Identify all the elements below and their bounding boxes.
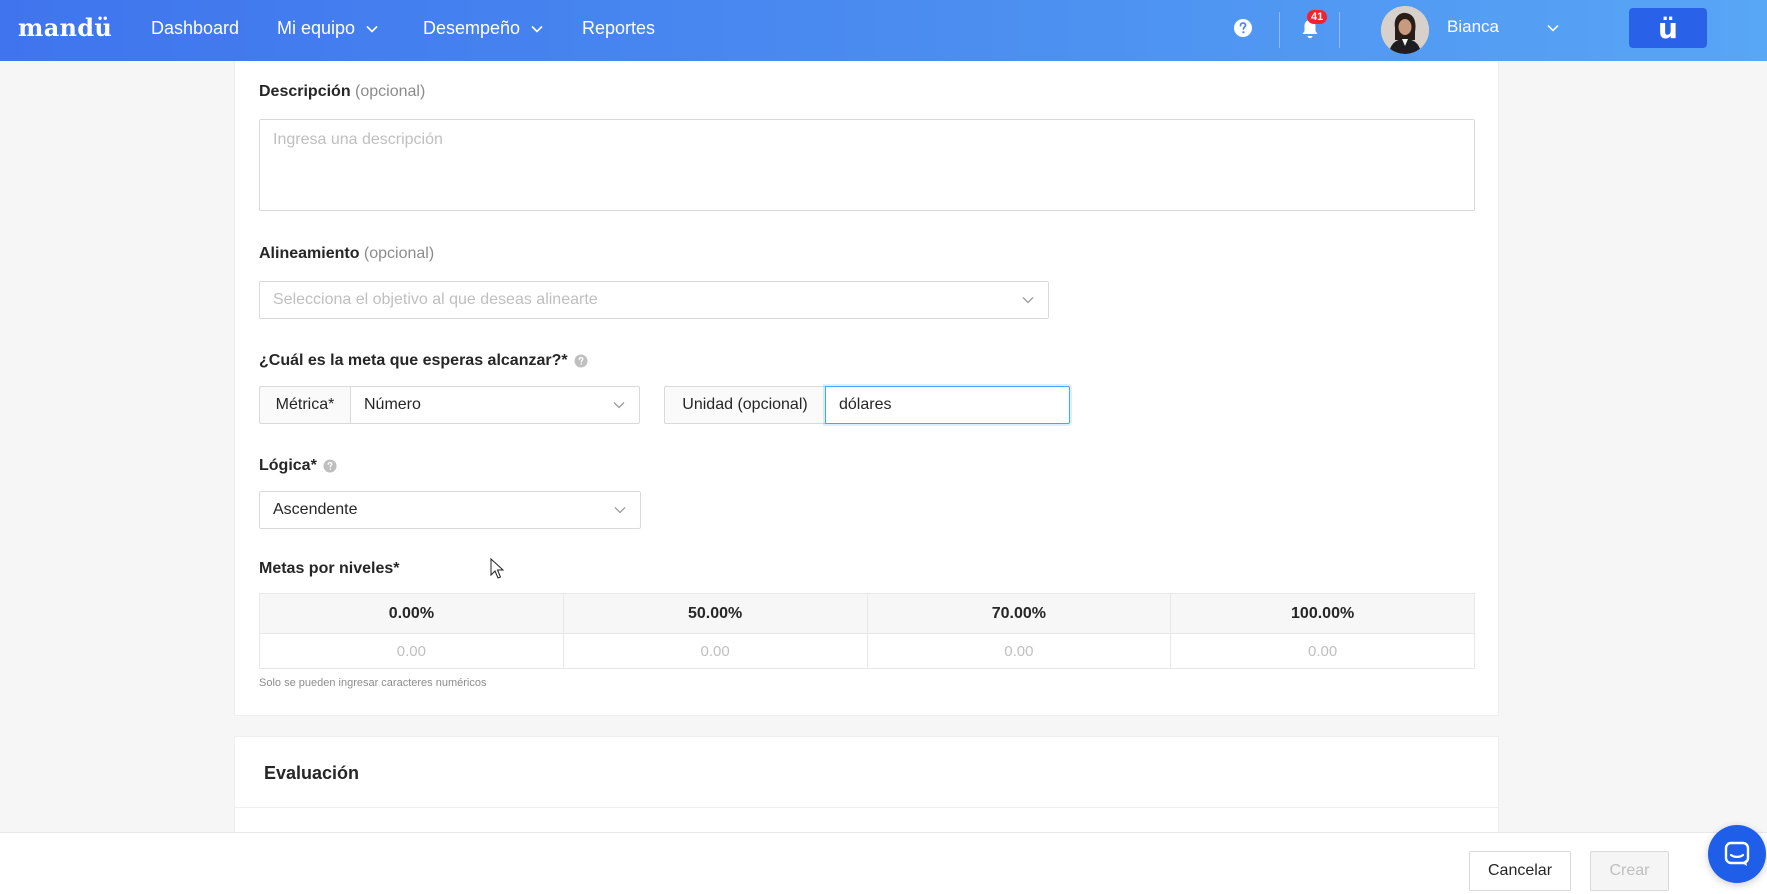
levels-input-row (260, 634, 1474, 669)
create-button[interactable]: Crear (1590, 851, 1669, 891)
levels-input-cell (563, 634, 868, 669)
metric-select[interactable]: Número (350, 386, 640, 424)
nav-mi-equipo-label: Mi equipo (277, 18, 356, 38)
alignment-optional: (opcional) (363, 245, 435, 262)
chevron-down-icon (531, 25, 543, 33)
level-0-input[interactable] (260, 634, 563, 669)
alignment-select-placeholder: Selecciona el objetivo al que deseas ali… (273, 291, 598, 308)
nav-desempeno[interactable]: Desempeño (423, 18, 544, 39)
level-100-input[interactable] (1171, 634, 1474, 669)
goal-label: ¿Cuál es la meta que esperas alcanzar?* (259, 352, 588, 370)
level-70-input[interactable] (867, 634, 1171, 669)
logic-label: Lógica* (259, 457, 337, 475)
goal-label-text: ¿Cuál es la meta que esperas alcanzar?* (259, 352, 568, 369)
levels-header-cell: 0.00% (260, 594, 564, 633)
description-label-text: Descripción (259, 83, 351, 100)
metric-select-value: Número (364, 396, 421, 413)
logic-select-value: Ascendente (273, 501, 358, 518)
chevron-down-icon (366, 25, 378, 33)
alignment-label: Alineamiento (opcional) (259, 245, 434, 263)
form-footer: Cancelar Crear (0, 832, 1767, 894)
cancel-button[interactable]: Cancelar (1469, 851, 1571, 891)
levels-header-cell: 100.00% (1291, 604, 1355, 622)
topbar-divider (1339, 12, 1340, 48)
nav-reportes[interactable]: Reportes (582, 18, 655, 39)
logic-select[interactable]: Ascendente (259, 491, 641, 529)
alignment-select[interactable]: Selecciona el objetivo al que deseas ali… (259, 281, 1049, 319)
chat-icon (1724, 841, 1750, 866)
levels-header-cell: 50.00% (564, 594, 868, 633)
description-textarea[interactable] (259, 119, 1475, 211)
mouse-cursor-icon (490, 558, 504, 579)
description-label: Descripción (opcional) (259, 83, 425, 101)
app-logo[interactable]: mandü (18, 13, 112, 42)
top-navigation-bar: mandü Dashboard Mi equipo Desempeño Repo… (0, 0, 1767, 61)
chevron-down-icon (1022, 297, 1034, 304)
levels-table: 0.00% 50.00% 70.00% 100.00% (259, 593, 1475, 669)
user-name[interactable]: Bianca (1447, 17, 1499, 37)
question-circle-icon[interactable] (574, 354, 588, 368)
logic-label-text: Lógica* (259, 457, 317, 474)
chevron-down-icon (614, 507, 626, 514)
user-avatar[interactable] (1381, 6, 1429, 54)
levels-input-cell (867, 634, 1172, 669)
chevron-down-icon[interactable] (1546, 21, 1560, 35)
nav-dashboard-label: Dashboard (151, 18, 240, 38)
levels-label: Metas por niveles* (259, 560, 400, 578)
levels-header-cell: 70.00% (868, 594, 1172, 633)
chevron-down-icon (613, 402, 625, 409)
description-optional: (opcional) (355, 83, 426, 100)
unit-addon: Unidad (opcional) (664, 386, 826, 424)
unit-input[interactable] (825, 386, 1070, 424)
brand-app-button[interactable]: ü (1629, 8, 1707, 48)
evaluation-divider (235, 807, 1498, 808)
alignment-label-text: Alineamiento (259, 245, 360, 262)
nav-mi-equipo[interactable]: Mi equipo (277, 18, 379, 39)
question-circle-icon[interactable] (323, 459, 337, 473)
level-50-input[interactable] (563, 634, 867, 669)
nav-desempeno-label: Desempeño (423, 18, 521, 38)
question-circle-icon[interactable] (1233, 18, 1253, 38)
topbar-divider (1279, 12, 1280, 48)
levels-label-text: Metas por niveles* (259, 560, 400, 577)
levels-hint: Solo se pueden ingresar caracteres numér… (259, 677, 487, 689)
nav-reportes-label: Reportes (582, 18, 656, 38)
levels-input-cell (1171, 634, 1474, 669)
levels-input-cell (260, 634, 564, 669)
objective-form-card: Descripción (opcional) Alineamiento (opc… (234, 61, 1499, 716)
levels-header-row: 0.00% 50.00% 70.00% 100.00% (260, 594, 1474, 634)
nav-dashboard[interactable]: Dashboard (151, 18, 239, 39)
metric-addon: Métrica* (259, 386, 351, 424)
chat-launcher-button[interactable] (1708, 825, 1766, 883)
notification-count-badge: 41 (1307, 10, 1328, 24)
evaluation-title: Evaluación (264, 763, 360, 783)
